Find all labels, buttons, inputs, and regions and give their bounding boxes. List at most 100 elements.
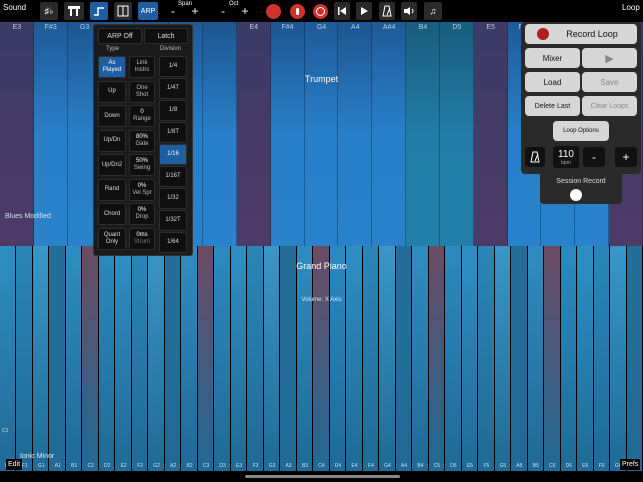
metronome-icon[interactable] bbox=[379, 2, 395, 20]
mixer-button[interactable]: Mixer bbox=[525, 48, 580, 68]
arp-type-button[interactable]: As Played bbox=[98, 56, 126, 78]
arp-button[interactable]: ARP bbox=[138, 2, 158, 20]
lower-key[interactable]: G3 bbox=[263, 246, 280, 471]
arp-division-button[interactable]: 1/16T bbox=[159, 166, 187, 187]
arp-division-button[interactable]: 1/4T bbox=[159, 78, 187, 99]
lower-key[interactable]: A2 bbox=[164, 246, 181, 471]
arp-option-control[interactable]: Link Instrs bbox=[129, 56, 155, 78]
lower-key[interactable]: D6 bbox=[560, 246, 577, 471]
loop-play-button[interactable]: ▶ bbox=[582, 48, 637, 68]
prefs-button[interactable]: Prefs bbox=[620, 459, 641, 470]
bpm-minus-button[interactable]: - bbox=[583, 147, 605, 167]
arp-type-button[interactable]: Chord bbox=[98, 203, 126, 225]
upper-key-strip[interactable]: A#4 bbox=[372, 22, 407, 246]
speaker-icon[interactable] bbox=[401, 2, 417, 20]
lower-key[interactable]: B3 bbox=[296, 246, 313, 471]
latch-button[interactable]: Latch bbox=[144, 28, 188, 44]
arp-option-control[interactable]: 0ms Strum bbox=[129, 227, 155, 250]
lower-key[interactable]: G5 bbox=[494, 246, 511, 471]
span-minus-button[interactable]: - bbox=[168, 2, 178, 20]
lower-key[interactable]: F2 bbox=[131, 246, 148, 471]
arp-type-button[interactable]: Up/Dn bbox=[98, 129, 126, 152]
arp-option-control[interactable]: 0% Drop bbox=[129, 203, 155, 225]
play-icon[interactable] bbox=[356, 2, 372, 20]
lower-key[interactable]: F3 bbox=[247, 246, 263, 471]
arp-option-control[interactable]: 50% Swing bbox=[129, 154, 155, 176]
upper-key-strip[interactable]: A4 bbox=[338, 22, 373, 246]
lower-key[interactable]: C5 bbox=[428, 246, 445, 471]
lower-key[interactable]: E1 bbox=[0, 246, 16, 471]
bpm-display[interactable]: 110 bpm bbox=[553, 146, 579, 168]
lower-key[interactable]: A6 bbox=[626, 246, 642, 471]
record-loop-button[interactable]: Record Loop bbox=[525, 24, 637, 44]
lower-key[interactable]: E4 bbox=[346, 246, 362, 471]
edit-button[interactable]: Edit bbox=[6, 459, 23, 470]
lower-key[interactable]: B2 bbox=[181, 246, 197, 471]
arp-option-control[interactable]: One Shot bbox=[129, 80, 155, 103]
arp-option-control[interactable]: 0 Range bbox=[129, 105, 155, 127]
upper-key-strip[interactable]: F#4 bbox=[270, 22, 305, 246]
rewind-icon[interactable] bbox=[334, 2, 350, 20]
metronome-icon[interactable] bbox=[525, 147, 545, 167]
music-note-icon[interactable]: ♫ bbox=[424, 2, 442, 20]
upper-key-strip[interactable] bbox=[203, 22, 237, 246]
lower-keyboard[interactable]: E1F1 G1 A1 B1 C2 D2 E2 F2 G2 A2 B2 C3 D3 E3 F3 G3 A3 B3 C4… bbox=[0, 246, 643, 471]
lower-key[interactable]: D4 bbox=[329, 246, 346, 471]
lower-key[interactable]: F6 bbox=[593, 246, 610, 471]
arp-type-button[interactable]: Quant Only bbox=[98, 227, 126, 250]
upper-key-strip[interactable]: E5 bbox=[473, 22, 508, 246]
lower-key[interactable]: G6 bbox=[610, 246, 626, 471]
lower-key[interactable]: B1 bbox=[65, 246, 82, 471]
arp-division-button[interactable]: 1/8 bbox=[159, 100, 187, 121]
sound-button[interactable]: Sound bbox=[3, 3, 26, 12]
piano-hands-icon[interactable] bbox=[64, 2, 84, 20]
microphone-icon[interactable] bbox=[288, 2, 306, 20]
load-button[interactable]: Load bbox=[525, 72, 580, 92]
lower-key[interactable]: A4 bbox=[395, 246, 412, 471]
arp-division-button[interactable]: 1/32T bbox=[159, 210, 187, 231]
loop-options-button[interactable]: Loop Options bbox=[553, 121, 609, 141]
upper-key-strip[interactable]: G4 bbox=[304, 22, 339, 246]
record-icon[interactable] bbox=[264, 2, 282, 20]
arp-type-button[interactable]: Up bbox=[98, 80, 126, 103]
upper-key-strip[interactable]: E4 bbox=[236, 22, 271, 246]
upper-key-strip[interactable]: D5 bbox=[439, 22, 474, 246]
lower-key[interactable]: E6 bbox=[577, 246, 593, 471]
upper-key-strip[interactable]: B4 bbox=[406, 22, 440, 246]
lower-key[interactable]: E3 bbox=[230, 246, 247, 471]
lower-key[interactable]: G1 bbox=[32, 246, 49, 471]
lower-key[interactable]: A3 bbox=[280, 246, 296, 471]
lower-key[interactable]: F1 bbox=[16, 246, 32, 471]
arp-division-button[interactable]: 1/32 bbox=[159, 188, 187, 209]
arp-division-button[interactable]: 1/16 bbox=[159, 144, 187, 165]
arp-option-control[interactable]: 0% Vel Spr bbox=[129, 178, 155, 201]
lower-key[interactable]: G4 bbox=[379, 246, 395, 471]
lower-key[interactable]: C3 bbox=[197, 246, 214, 471]
arp-step-icon[interactable] bbox=[90, 2, 108, 20]
transpose-icon[interactable]: ♯♭ bbox=[40, 2, 58, 20]
arp-division-button[interactable]: 1/8T bbox=[159, 122, 187, 143]
lower-key[interactable]: C6 bbox=[544, 246, 560, 471]
lower-key[interactable]: D2 bbox=[98, 246, 115, 471]
lower-key[interactable]: A5 bbox=[511, 246, 527, 471]
lower-key[interactable]: E2 bbox=[115, 246, 131, 471]
bpm-plus-button[interactable]: + bbox=[615, 147, 637, 167]
clear-loops-button[interactable]: Clear Loops bbox=[582, 96, 637, 116]
arp-division-button[interactable]: 1/4 bbox=[159, 56, 187, 77]
power-icon[interactable] bbox=[311, 2, 329, 20]
lower-key[interactable]: A1 bbox=[49, 246, 65, 471]
lower-key[interactable]: F4 bbox=[362, 246, 379, 471]
lower-key[interactable]: C4 bbox=[313, 246, 329, 471]
span-plus-button[interactable]: + bbox=[188, 2, 202, 20]
arp-option-control[interactable]: 80% Gate bbox=[129, 129, 155, 152]
lower-key[interactable]: F5 bbox=[478, 246, 494, 471]
arp-type-button[interactable]: Up/Dn2 bbox=[98, 154, 126, 176]
loop-button[interactable]: Loop bbox=[622, 3, 640, 12]
delete-last-button[interactable]: Delete Last bbox=[525, 96, 580, 116]
save-button[interactable]: Save bbox=[582, 72, 637, 92]
lower-key[interactable]: D3 bbox=[214, 246, 230, 471]
lower-key[interactable]: B5 bbox=[527, 246, 544, 471]
arp-division-button[interactable]: 1/64 bbox=[159, 232, 187, 253]
lower-key[interactable]: D5 bbox=[445, 246, 461, 471]
arp-type-button[interactable]: Down bbox=[98, 105, 126, 127]
